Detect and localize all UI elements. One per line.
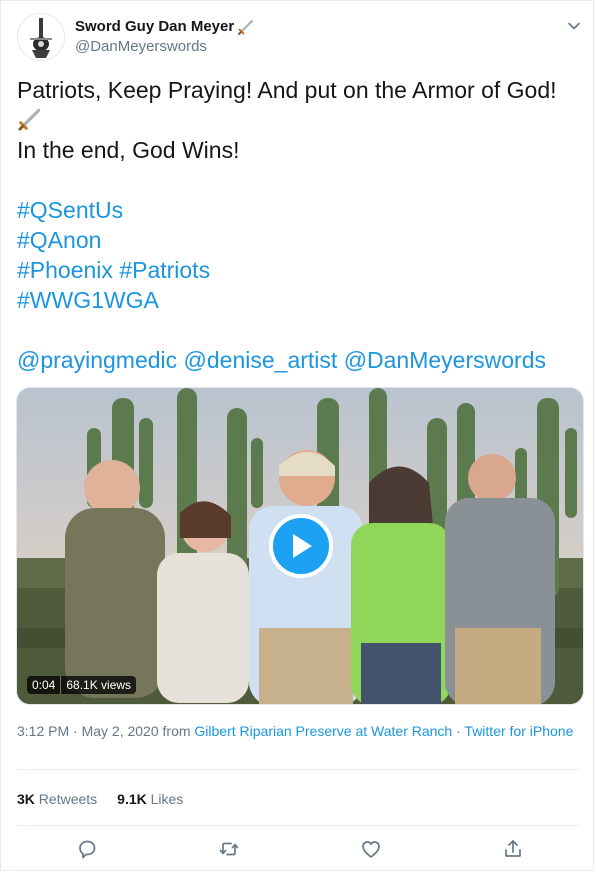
- likes-stat[interactable]: 9.1K Likes: [117, 789, 183, 809]
- hashtag-qsentus[interactable]: #QSentUs: [17, 197, 123, 223]
- tweet-line-1: Patriots, Keep Praying! And put on the A…: [17, 75, 577, 105]
- sword-icon: [18, 108, 41, 131]
- sword-icon: [238, 19, 254, 35]
- reply-icon[interactable]: [75, 837, 99, 861]
- tweet-line-emoji: [17, 105, 577, 135]
- chevron-down-icon[interactable]: [565, 17, 583, 35]
- hashtag-phoenix[interactable]: #Phoenix: [17, 257, 113, 283]
- video-player[interactable]: 0:04 68.1K views: [16, 387, 584, 705]
- play-icon: [293, 534, 312, 558]
- retweet-icon[interactable]: [217, 837, 241, 861]
- tweet-card: Sword Guy Dan Meyer @DanMeyerswords Patr…: [0, 0, 594, 871]
- play-button[interactable]: [269, 514, 333, 578]
- tweet-metadata: 3:12 PM · May 2, 2020 from Gilbert Ripar…: [17, 721, 577, 741]
- likes-count: 9.1K: [117, 791, 147, 807]
- author-display-name[interactable]: Sword Guy Dan Meyer: [75, 17, 255, 37]
- tweet-location-link[interactable]: Gilbert Riparian Preserve at Water Ranch: [194, 723, 452, 739]
- video-info-badge: 0:04 68.1K views: [27, 676, 137, 694]
- video-views: 68.1K views: [66, 678, 132, 692]
- avatar-image: [18, 14, 64, 60]
- author-handle[interactable]: @DanMeyerswords: [75, 37, 255, 57]
- mention-denise-artist[interactable]: @denise_artist: [184, 347, 338, 373]
- tweet-actions: [1, 835, 595, 865]
- divider: [17, 769, 579, 770]
- author-name-text: Sword Guy Dan Meyer: [75, 18, 235, 35]
- tweet-timestamp[interactable]: 3:12 PM · May 2, 2020 from: [17, 723, 194, 739]
- like-icon[interactable]: [359, 837, 383, 861]
- tweet-header: Sword Guy Dan Meyer @DanMeyerswords: [17, 13, 583, 63]
- mention-danmeyerswords[interactable]: @DanMeyerswords: [344, 347, 546, 373]
- tweet-source-link[interactable]: Twitter for iPhone: [464, 723, 573, 739]
- retweets-label: Retweets: [38, 791, 98, 807]
- mention-prayingmedic[interactable]: @prayingmedic: [17, 347, 177, 373]
- tweet-stats: 3K Retweets 9.1K Likes: [17, 789, 183, 809]
- tweet-line-1-text: Patriots, Keep Praying! And put on the A…: [17, 77, 557, 103]
- tweet-line-2: In the end, God Wins!: [17, 137, 240, 163]
- hashtag-qanon[interactable]: #QAnon: [17, 227, 101, 253]
- hashtag-wwg1wga[interactable]: #WWG1WGA: [17, 287, 159, 313]
- share-icon[interactable]: [501, 837, 525, 861]
- author-names: Sword Guy Dan Meyer @DanMeyerswords: [75, 17, 255, 57]
- tweet-text: Patriots, Keep Praying! And put on the A…: [17, 75, 577, 375]
- video-duration: 0:04: [32, 678, 56, 692]
- divider: [17, 825, 579, 826]
- retweets-count: 3K: [17, 791, 35, 807]
- meta-separator: ·: [452, 723, 465, 739]
- avatar[interactable]: [17, 13, 65, 61]
- likes-label: Likes: [150, 791, 184, 807]
- retweets-stat[interactable]: 3K Retweets: [17, 789, 97, 809]
- hashtag-patriots[interactable]: #Patriots: [119, 257, 210, 283]
